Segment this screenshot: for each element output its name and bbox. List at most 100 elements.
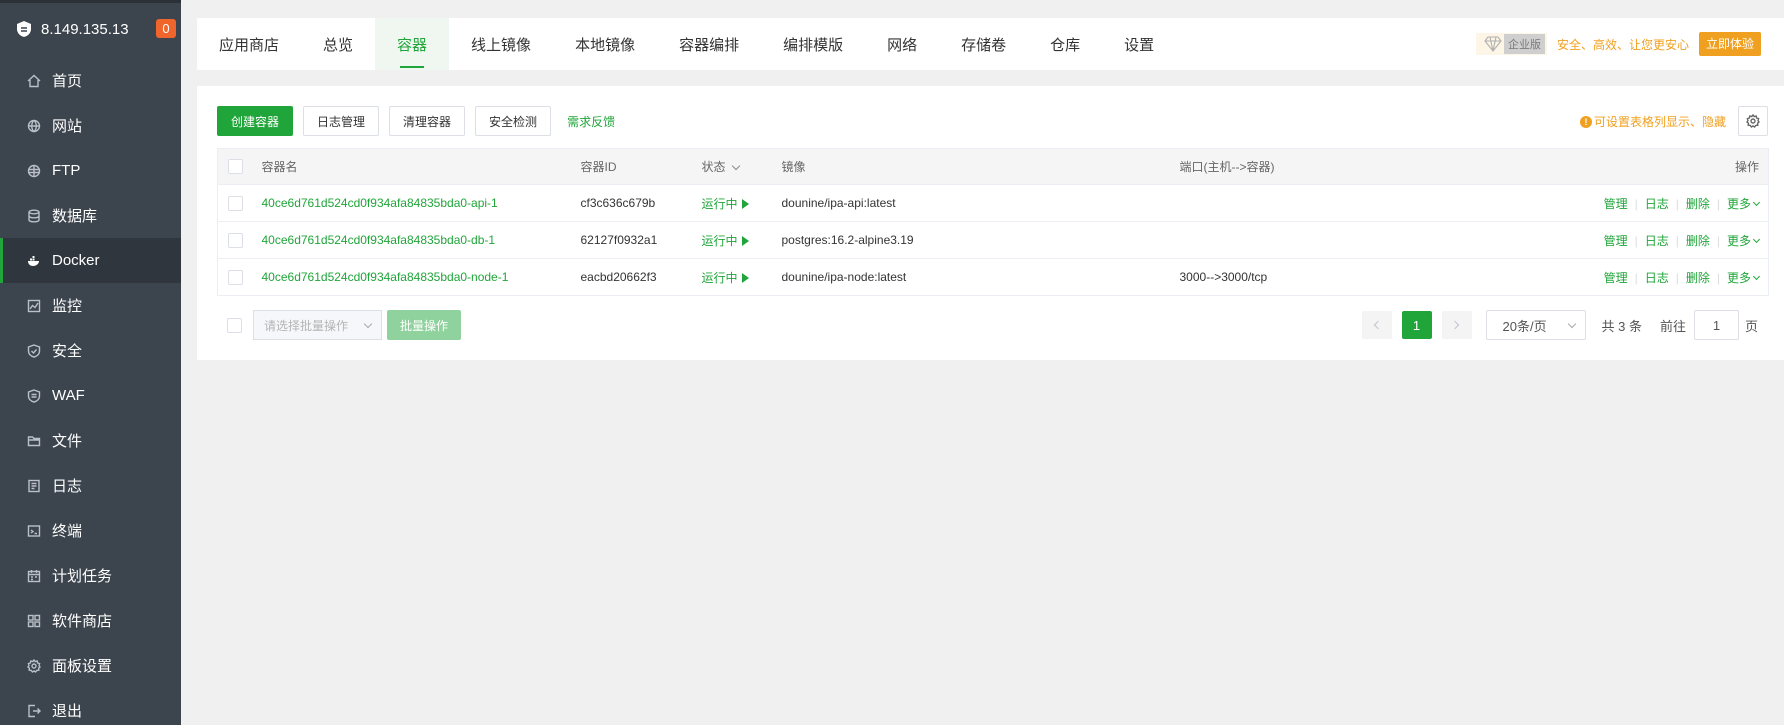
feedback-link[interactable]: 需求反馈 [567,113,615,130]
log-management-button[interactable]: 日志管理 [303,106,380,136]
tab-settings[interactable]: 设置 [1102,18,1176,70]
create-container-button[interactable]: 创建容器 [217,106,294,136]
tab-compose-templates[interactable]: 编排模版 [761,18,865,70]
gear-icon [1746,114,1760,128]
container-port [1180,185,1580,222]
row-actions: 管理 | 日志 | 删除 | 更多 [1580,259,1769,296]
sidebar-item-files[interactable]: 文件 [0,418,181,463]
notification-badge[interactable]: 0 [156,19,176,38]
sidebar-item-database[interactable]: 数据库 [0,193,181,238]
tab-containers[interactable]: 容器 [375,18,450,70]
sidebar-item-logout[interactable]: 退出 [0,688,181,725]
logout-icon [27,704,41,718]
container-name-link[interactable]: 40ce6d761d524cd0f934afa84835bda0-api-1 [262,185,581,222]
column-settings-button[interactable] [1738,106,1768,136]
container-name-link[interactable]: 40ce6d761d524cd0f934afa84835bda0-db-1 [262,222,581,259]
promo-slogan: 安全、高效、让您更安心 [1556,37,1689,52]
row-actions: 管理 | 日志 | 删除 | 更多 [1580,185,1769,222]
clean-containers-button[interactable]: 清理容器 [389,106,466,136]
column-settings-hint: ! 可设置表格列显示、隐藏 [1579,113,1726,130]
page-size-select[interactable]: 20条/页 [1485,310,1586,340]
container-name-link[interactable]: 40ce6d761d524cd0f934afa84835bda0-node-1 [262,259,581,296]
sidebar-item-label: FTP [52,162,81,179]
header-ops: 操作 [1734,160,1759,174]
folder-icon [27,434,41,448]
container-image: postgres:16.2-alpine3.19 [781,233,914,247]
tab-registry[interactable]: 仓库 [1028,18,1102,70]
sidebar-item-security[interactable]: 安全 [0,328,181,373]
prev-page-button[interactable] [1361,311,1392,339]
row-checkbox[interactable] [228,269,243,285]
try-now-button[interactable]: 立即体验 [1698,32,1761,56]
batch-action-button[interactable]: 批量操作 [387,310,462,340]
page-number[interactable]: 1 [1401,311,1432,339]
table-row: 40ce6d761d524cd0f934afa84835bda0-db-1 62… [217,221,1769,259]
tab-network[interactable]: 网络 [865,18,939,70]
more-dropdown[interactable]: 更多 [1727,197,1761,211]
sidebar-item-label: 软件商店 [52,613,113,630]
tab-overview[interactable]: 总览 [301,18,375,70]
sidebar-item-store[interactable]: 软件商店 [0,598,181,643]
tab-online-images[interactable]: 线上镜像 [449,18,553,70]
sidebar-item-settings[interactable]: 面板设置 [0,643,181,688]
terminal-icon [27,524,41,538]
chevron-down-icon [1752,198,1761,206]
tab-volumes[interactable]: 存储卷 [939,18,1028,70]
header-port: 端口(主机-->容器) [1179,160,1275,174]
tab-compose[interactable]: 容器编排 [657,18,761,70]
sidebar-item-home[interactable]: 首页 [0,58,181,103]
container-id: cf3c636c679b [580,196,656,210]
sidebar-item-waf[interactable]: WAF [0,373,181,418]
goto-label: 前往 [1659,318,1686,334]
more-dropdown[interactable]: 更多 [1727,234,1761,248]
log-link[interactable]: 日志 [1645,234,1669,248]
header-image: 镜像 [781,160,806,174]
table-header: 容器名 容器ID 状态 镜像 端口(主机-->容器) 操作 [217,148,1769,185]
chevron-down-icon [1752,272,1761,280]
sidebar-item-cron[interactable]: 计划任务 [0,553,181,598]
tab-app-store[interactable]: 应用商店 [197,18,301,70]
log-link[interactable]: 日志 [1645,271,1669,285]
row-checkbox[interactable] [228,232,243,248]
container-id: eacbd20662f3 [580,270,657,284]
sidebar-item-label: 网站 [52,118,83,135]
sidebar-item-label: 日志 [52,478,83,495]
row-checkbox[interactable] [228,195,243,211]
sidebar-item-label: 面板设置 [52,658,113,675]
manage-link[interactable]: 管理 [1604,271,1628,285]
toolbar: 创建容器 日志管理 清理容器 安全检测 需求反馈 ! 可设置表格列显示、隐藏 [217,106,1768,136]
sidebar-item-logs[interactable]: 日志 [0,463,181,508]
status-running[interactable]: 运行中 [702,222,782,259]
delete-link[interactable]: 删除 [1686,197,1710,211]
batch-action-select[interactable]: 请选择批量操作 [253,310,382,340]
sidebar-item-website[interactable]: 网站 [0,103,181,148]
container-port [1180,222,1580,259]
header-status[interactable]: 状态 [702,149,782,185]
next-page-button[interactable] [1441,311,1472,339]
security-check-button[interactable]: 安全检测 [475,106,552,136]
chevron-right-icon [1450,320,1460,330]
log-link[interactable]: 日志 [1645,197,1669,211]
batch-select-checkbox[interactable] [227,317,242,333]
enterprise-badge[interactable]: 企业版 [1475,33,1547,55]
more-dropdown[interactable]: 更多 [1727,271,1761,285]
manage-link[interactable]: 管理 [1604,197,1628,211]
select-all-checkbox[interactable] [228,159,243,175]
goto-page-input[interactable] [1693,310,1739,340]
status-running[interactable]: 运行中 [702,259,782,296]
ftp-icon [27,164,41,178]
manage-link[interactable]: 管理 [1604,234,1628,248]
delete-link[interactable]: 删除 [1686,271,1710,285]
sidebar-item-label: 监控 [52,298,83,315]
sidebar-item-monitor[interactable]: 监控 [0,283,181,328]
chevron-down-icon [731,161,740,171]
sidebar-item-docker[interactable]: Docker [0,238,181,283]
hint-text: 可设置表格列显示、隐藏 [1593,115,1726,129]
status-running[interactable]: 运行中 [702,185,782,222]
docker-icon [27,254,41,268]
tab-local-images[interactable]: 本地镜像 [553,18,657,70]
sidebar-item-ftp[interactable]: FTP [0,148,181,193]
delete-link[interactable]: 删除 [1686,234,1710,248]
home-icon [27,74,41,88]
sidebar-item-terminal[interactable]: 终端 [0,508,181,553]
